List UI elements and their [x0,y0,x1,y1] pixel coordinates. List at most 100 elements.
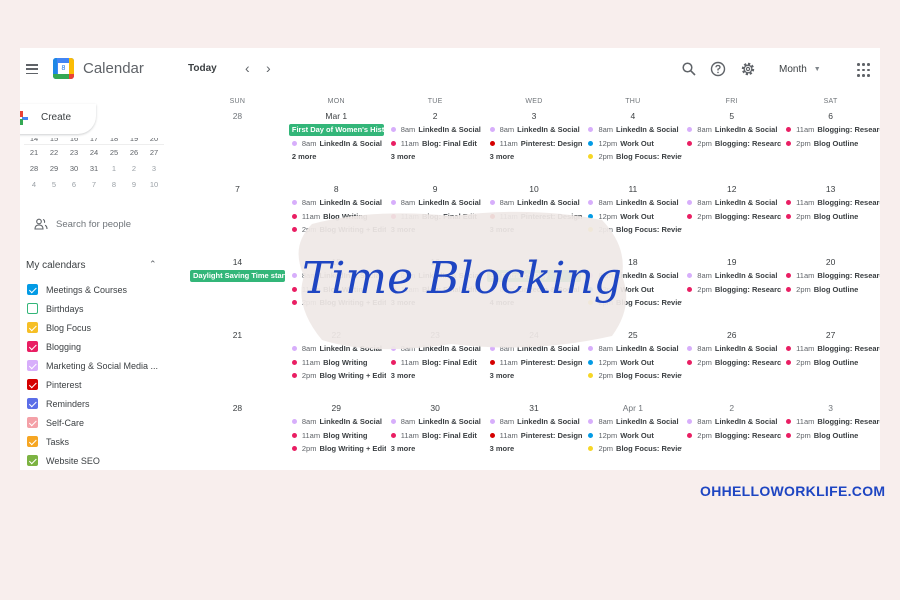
event-item[interactable]: 11amBlogging: Research [781,415,880,429]
day-number[interactable]: 9 [386,181,485,196]
calendar-checkbox[interactable] [27,436,38,447]
event-item[interactable]: 8amLinkedIn & Social [682,196,781,210]
event-item[interactable]: 8amLinkedIn & Social [682,342,781,356]
mini-calendar-day[interactable]: 4 [24,177,44,193]
more-events-link[interactable]: 3 more [485,369,584,383]
mini-calendar-day[interactable]: 3 [144,161,164,177]
event-item[interactable]: 11amBlogging: Research [781,196,880,210]
event-item[interactable]: 8amLinkedIn & Social [287,415,386,429]
day-number[interactable]: 29 [287,400,386,415]
day-number[interactable]: Mar 1 [287,108,386,123]
calendar-checkbox[interactable] [27,398,38,409]
event-item[interactable]: 2pmBlog Focus: Review [583,369,682,383]
event-item[interactable]: 11amPinterest: Design [485,137,584,151]
mini-calendar-day[interactable]: 5 [44,177,64,193]
event-item[interactable]: 8amLinkedIn & Social [386,123,485,137]
event-item[interactable]: 8amLinkedIn & Social [386,415,485,429]
mini-calendar-day[interactable]: 25 [104,145,124,161]
day-number[interactable]: 19 [682,254,781,269]
event-item[interactable]: 8amLinkedIn & Social [485,123,584,137]
mini-calendar-day[interactable]: 8 [104,177,124,193]
day-number[interactable]: 27 [781,327,880,342]
day-number[interactable]: 28 [188,108,287,123]
event-item[interactable]: 2pm Blog Outline [781,210,880,224]
event-item[interactable]: 2pm Blogging: Research [682,137,781,151]
event-item[interactable]: 8amLinkedIn & Social [287,137,386,151]
day-cell[interactable]: 1311amBlogging: Research2pmBlog Outline [781,181,880,254]
day-number[interactable]: 7 [188,181,287,196]
all-day-event-chip[interactable]: First Day of Women's History Month [288,124,384,136]
mini-calendar-day[interactable]: 14 [24,138,44,144]
day-number[interactable]: 20 [781,254,880,269]
event-item[interactable]: 12pmWork Out [583,429,682,443]
day-number[interactable]: 11 [583,181,682,196]
calendar-list-item[interactable]: Self-Care [27,413,158,432]
day-number[interactable]: 2 [682,400,781,415]
mini-calendar-day[interactable]: 17 [84,138,104,144]
mini-calendar-day[interactable]: 31 [84,161,104,177]
mini-calendar-day[interactable]: 20 [144,138,164,144]
day-number[interactable]: 31 [485,400,584,415]
day-number[interactable]: 14 [188,254,287,269]
calendar-checkbox[interactable] [27,303,38,314]
event-item[interactable]: 2pmBlog Writing + Edit [287,442,386,456]
day-cell[interactable]: 29 8am LinkedIn & Social 11am Blog Writing 2p… [287,400,386,470]
all-day-event-chip[interactable]: Daylight Saving Time starts [190,270,285,282]
mini-calendar-day[interactable]: 29 [44,161,64,177]
event-item[interactable]: 11amBlog Writing [287,356,386,370]
day-cell[interactable]: 28 [188,400,287,470]
event-item[interactable]: 11amBlog: Final Edit [386,356,485,370]
event-item[interactable]: 8amLinkedIn & Social [682,415,781,429]
event-item[interactable]: 2pm Blog Outline [781,137,880,151]
day-number[interactable]: 26 [682,327,781,342]
search-icon[interactable] [681,61,697,77]
mini-calendar-day[interactable]: 30 [64,161,84,177]
day-number[interactable]: 6 [781,108,880,123]
day-number[interactable]: 4 [583,108,682,123]
day-cell[interactable]: 311amBlogging: Research2pmBlog Outline [781,400,880,470]
event-item[interactable]: 12pmWork Out [583,356,682,370]
mini-calendar-day[interactable]: 19 [124,138,144,144]
calendar-checkbox[interactable] [27,284,38,295]
mini-calendar-day[interactable]: 15 [44,138,64,144]
event-item[interactable]: 2pmBlog Writing + Edit [287,369,386,383]
day-cell[interactable]: 30 8am LinkedIn & Social 11am Blog: Final Ed… [386,400,485,470]
event-item[interactable]: 11amBlogging: Research [781,342,880,356]
event-item[interactable]: 8amLinkedIn & Social [682,123,781,137]
calendar-checkbox[interactable] [27,322,38,333]
calendar-list-item[interactable]: Blog Focus [27,318,158,337]
day-number[interactable]: 12 [682,181,781,196]
event-item[interactable]: 8amLinkedIn & Social [485,415,584,429]
create-button[interactable]: Create [20,104,96,134]
calendar-list-item[interactable]: Blogging [27,337,158,356]
event-item[interactable]: 8amLinkedIn & Social [583,415,682,429]
mini-calendar-day[interactable]: 22 [44,145,64,161]
mini-calendar-day[interactable]: 21 [24,145,44,161]
more-events-link[interactable]: 3 more [485,150,584,164]
mini-calendar-day[interactable]: 24 [84,145,104,161]
day-cell[interactable]: 12 8am LinkedIn & Social 2pm Blogging: Resea… [682,181,781,254]
mini-calendar-day[interactable]: 26 [124,145,144,161]
mini-calendar-day[interactable]: 9 [124,177,144,193]
day-number[interactable]: 5 [682,108,781,123]
more-events-link[interactable]: 2 more [287,150,386,164]
search-people-input[interactable]: Search for people [34,218,131,230]
day-cell[interactable]: Apr 1 8am LinkedIn & Social 12pm Work Out 2pm… [583,400,682,470]
calendar-list-item[interactable]: Marketing & Social Media ... [27,356,158,375]
day-number[interactable]: 30 [386,400,485,415]
day-number[interactable]: 2 [386,108,485,123]
day-cell[interactable]: 5 8am LinkedIn & Social 2pm Blogging: Resear… [682,108,781,181]
event-item[interactable]: 2pm Blog Outline [781,429,880,443]
event-item[interactable]: 8amLinkedIn & Social [682,269,781,283]
mini-calendar-day[interactable]: 18 [104,138,124,144]
mini-calendar-day[interactable]: 23 [64,145,84,161]
day-cell[interactable]: 2 8am LinkedIn & Social 11am Blog: Final Edi… [386,108,485,181]
day-number[interactable]: 21 [188,327,287,342]
day-number[interactable]: 28 [188,400,287,415]
calendar-checkbox[interactable] [27,379,38,390]
mini-calendar-day[interactable]: 27 [144,145,164,161]
event-item[interactable]: 2pm Blog Outline [781,356,880,370]
mini-calendar-day[interactable]: 6 [64,177,84,193]
view-selector[interactable]: Month ▼ [779,64,821,75]
day-cell[interactable]: 2711amBlogging: Research2pmBlog Outline [781,327,880,400]
